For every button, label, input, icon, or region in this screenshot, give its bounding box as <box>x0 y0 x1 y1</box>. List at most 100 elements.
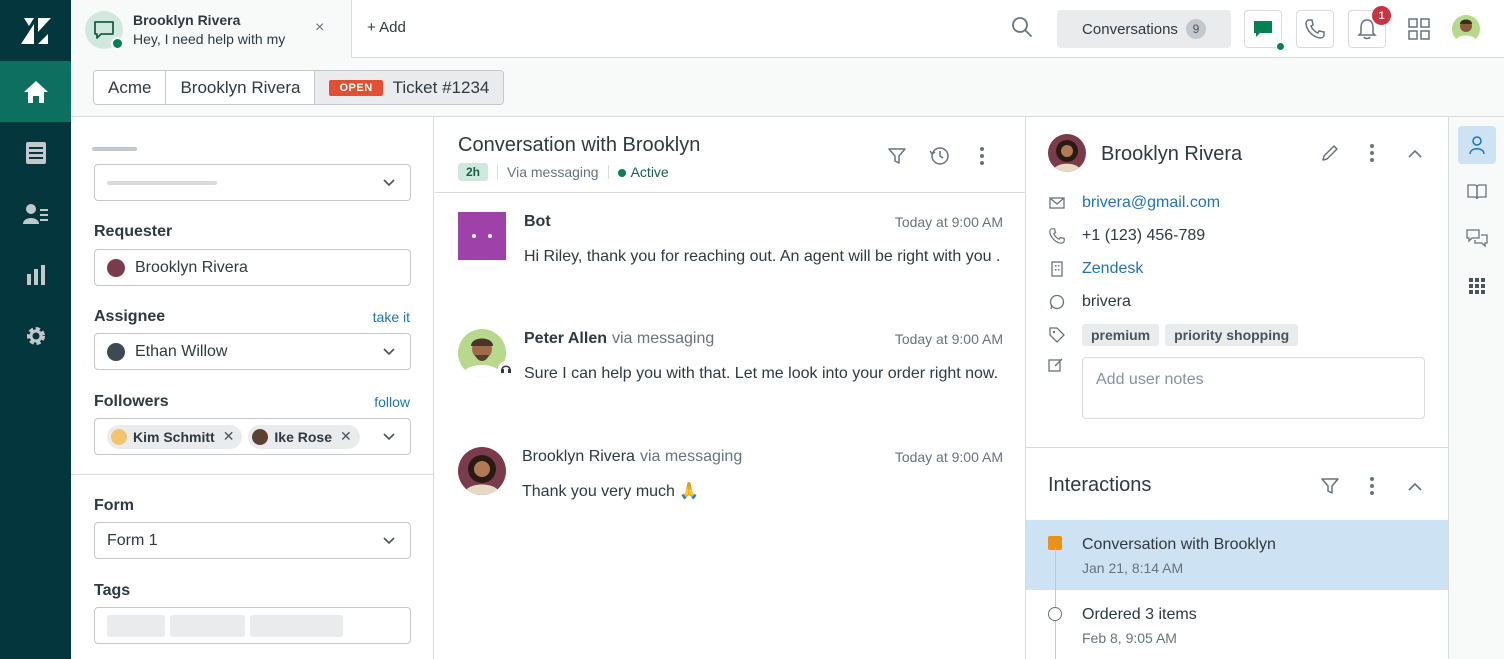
rail-knowledge-button[interactable] <box>1458 173 1496 211</box>
sender-channel: via messaging <box>612 330 715 347</box>
user-tag[interactable]: priority shopping <box>1165 324 1299 346</box>
left-nav <box>0 0 71 659</box>
interaction-item[interactable]: Ordered 3 items Feb 8, 9:05 AM <box>1026 590 1449 659</box>
breadcrumb-bar: Acme Brooklyn Rivera OPEN Ticket #1234 <box>71 58 1504 117</box>
message-time: Today at 9:00 AM <box>894 331 1003 347</box>
messaging-status-button[interactable] <box>1244 10 1285 51</box>
tab-close-icon[interactable]: × <box>315 19 324 37</box>
more-options-icon[interactable] <box>979 146 985 171</box>
nav-reporting[interactable] <box>0 244 71 305</box>
tag-placeholder <box>250 614 343 637</box>
bot-avatar <box>458 212 506 260</box>
interaction-title: Conversation with Brooklyn <box>1082 536 1276 553</box>
follower-chip: Ike Rose ✕ <box>248 424 360 449</box>
messaging-online-dot <box>1276 42 1285 51</box>
avatar <box>464 455 500 495</box>
status-badge: OPEN <box>329 79 383 96</box>
sender-name: Bot <box>524 213 551 230</box>
history-icon[interactable] <box>929 145 951 172</box>
filter-icon[interactable] <box>1320 476 1340 501</box>
rail-replies-button[interactable] <box>1458 220 1496 258</box>
user-org[interactable]: Zendesk <box>1082 260 1143 278</box>
ticket-properties-panel: Requester Brooklyn Rivera Assignee take … <box>71 117 434 659</box>
tags-label: Tags <box>94 582 131 599</box>
assignee-avatar <box>107 342 125 361</box>
person-icon <box>1469 136 1485 155</box>
interaction-title: Ordered 3 items <box>1082 606 1197 623</box>
customers-icon <box>22 203 48 224</box>
zendesk-logo[interactable] <box>0 0 71 61</box>
user-email[interactable]: brivera@gmail.com <box>1082 194 1220 212</box>
filter-icon[interactable] <box>887 146 907 171</box>
form-value: Form 1 <box>107 531 158 549</box>
add-tab-button[interactable]: + Add <box>367 19 406 36</box>
requester-field[interactable]: Brooklyn Rivera <box>94 249 411 286</box>
take-it-link[interactable]: take it <box>373 309 410 325</box>
nav-customers[interactable] <box>0 183 71 244</box>
message-body: Hi Riley, thank you for reaching out. An… <box>524 248 1001 265</box>
zendesk-logo-icon <box>20 17 51 44</box>
context-rail <box>1448 117 1504 659</box>
remove-follower-icon[interactable]: ✕ <box>223 428 235 445</box>
requester-avatar <box>107 258 125 277</box>
notification-badge: 1 <box>1372 6 1391 25</box>
chevron-up-icon[interactable] <box>1407 480 1423 498</box>
tags-input[interactable] <box>94 607 411 644</box>
chevron-down-icon <box>383 433 395 441</box>
edit-icon[interactable] <box>1320 143 1340 168</box>
follower-name: Ike Rose <box>274 428 333 445</box>
user-org-row: Zendesk <box>1048 260 1143 278</box>
more-options-icon[interactable] <box>1369 143 1375 168</box>
phone-icon <box>1305 19 1325 39</box>
conversations-button[interactable]: Conversations 9 <box>1057 10 1231 48</box>
phone-icon <box>1048 228 1066 244</box>
breadcrumb-org[interactable]: Acme <box>94 71 167 104</box>
conversation-status: Active <box>617 164 669 180</box>
breadcrumb-requester[interactable]: Brooklyn Rivera <box>166 71 316 104</box>
apps-grid-icon[interactable] <box>1408 18 1430 45</box>
follow-link[interactable]: follow <box>374 394 410 410</box>
avatar <box>1053 140 1081 172</box>
user-tag[interactable]: premium <box>1082 324 1160 346</box>
conversations-count: 9 <box>1185 19 1206 39</box>
user-tags-row: premium priority shopping <box>1048 324 1304 346</box>
nav-views[interactable] <box>0 122 71 183</box>
user-profile-avatar[interactable] <box>1452 15 1480 43</box>
tag-placeholder <box>170 614 245 637</box>
nav-admin[interactable] <box>0 305 71 366</box>
conversation-title: Conversation with Brooklyn <box>458 134 701 156</box>
message-time: Today at 9:00 AM <box>894 449 1003 465</box>
followers-select[interactable]: Kim Schmitt ✕ Ike Rose ✕ <box>94 418 411 455</box>
headset-icon <box>498 361 514 377</box>
more-options-icon[interactable] <box>1369 476 1375 501</box>
search-icon[interactable] <box>1011 16 1033 43</box>
speech-bubbles-icon <box>1466 229 1488 248</box>
ticket-tab[interactable]: Brooklyn Rivera Hey, I need help with my… <box>71 0 352 58</box>
user-notes-input[interactable]: Add user notes <box>1082 357 1425 419</box>
user-email-row: brivera@gmail.com <box>1048 194 1220 212</box>
assignee-label: Assignee <box>94 308 166 325</box>
note-icon <box>1048 357 1064 378</box>
message-time: Today at 9:00 AM <box>894 214 1003 230</box>
notifications-button[interactable]: 1 <box>1348 6 1391 48</box>
brand-select[interactable] <box>94 164 411 201</box>
rail-apps-button[interactable] <box>1458 267 1496 305</box>
interaction-item[interactable]: Conversation with Brooklyn Jan 21, 8:14 … <box>1026 520 1449 590</box>
message-sender: Peter Allen via messaging <box>524 330 714 348</box>
mail-icon <box>1048 197 1066 209</box>
phone-button[interactable] <box>1296 10 1334 48</box>
nav-home[interactable] <box>0 61 71 122</box>
assignee-select[interactable]: Ethan Willow <box>94 333 411 370</box>
message-body: Sure I can help you with that. Let me lo… <box>524 365 999 382</box>
message-sender: Bot <box>524 213 551 231</box>
brand-placeholder <box>107 180 217 185</box>
interaction-date: Feb 8, 9:05 AM <box>1082 630 1177 646</box>
rail-user-button[interactable] <box>1458 126 1496 164</box>
user-name: Brooklyn Rivera <box>1101 143 1243 165</box>
section-divider <box>71 474 434 475</box>
conversation-channel: Via messaging <box>507 164 599 180</box>
breadcrumb-ticket[interactable]: OPEN Ticket #1234 <box>315 71 504 104</box>
form-select[interactable]: Form 1 <box>94 522 411 559</box>
remove-follower-icon[interactable]: ✕ <box>340 428 352 445</box>
chevron-up-icon[interactable] <box>1407 147 1423 165</box>
